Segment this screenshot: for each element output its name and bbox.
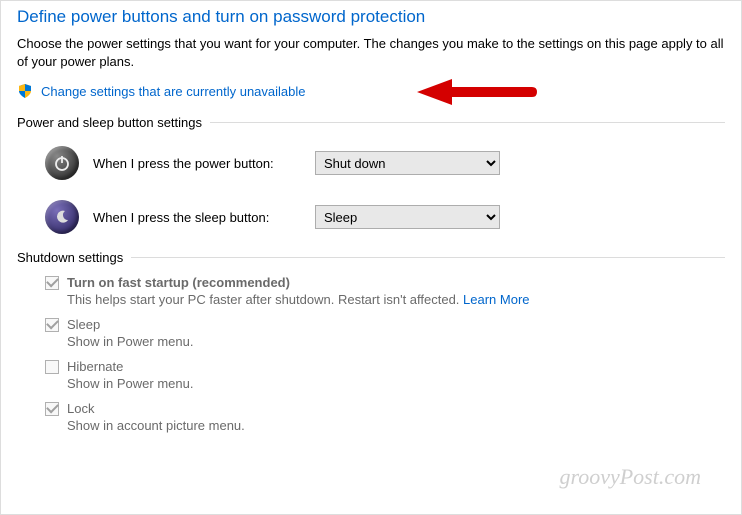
section-label: Shutdown settings — [17, 250, 123, 265]
fast-startup-label: Turn on fast startup (recommended) — [67, 275, 290, 290]
fast-startup-checkbox[interactable] — [45, 276, 59, 290]
sleep-icon — [45, 200, 79, 234]
power-button-label: When I press the power button: — [93, 156, 301, 171]
lock-checkbox[interactable] — [45, 402, 59, 416]
sleep-checkbox[interactable] — [45, 318, 59, 332]
power-button-row: When I press the power button: Shut down — [17, 136, 725, 190]
learn-more-link[interactable]: Learn More — [463, 292, 529, 307]
sleep-label: Sleep — [67, 317, 100, 332]
shutdown-item-fast-startup: Turn on fast startup (recommended) This … — [17, 271, 725, 313]
power-sleep-section-header: Power and sleep button settings — [17, 115, 725, 130]
hibernate-desc: Show in Power menu. — [67, 376, 725, 391]
change-settings-row: Change settings that are currently unava… — [17, 83, 725, 99]
page-subtitle: Choose the power settings that you want … — [17, 35, 725, 71]
hibernate-label: Hibernate — [67, 359, 123, 374]
shutdown-section-header: Shutdown settings — [17, 250, 725, 265]
section-divider — [131, 257, 725, 258]
page-title: Define power buttons and turn on passwor… — [17, 7, 725, 27]
power-icon — [45, 146, 79, 180]
annotation-arrow-icon — [407, 75, 537, 112]
lock-label: Lock — [67, 401, 94, 416]
power-button-select[interactable]: Shut down — [315, 151, 500, 175]
section-divider — [210, 122, 725, 123]
watermark: groovyPost.com — [559, 464, 701, 490]
fast-startup-desc: This helps start your PC faster after sh… — [67, 292, 725, 307]
shield-icon — [17, 83, 33, 99]
shutdown-item-lock: Lock Show in account picture menu. — [17, 397, 725, 439]
section-label: Power and sleep button settings — [17, 115, 202, 130]
shutdown-item-sleep: Sleep Show in Power menu. — [17, 313, 725, 355]
sleep-desc: Show in Power menu. — [67, 334, 725, 349]
change-settings-link[interactable]: Change settings that are currently unava… — [41, 84, 306, 99]
sleep-button-select[interactable]: Sleep — [315, 205, 500, 229]
sleep-button-row: When I press the sleep button: Sleep — [17, 190, 725, 244]
lock-desc: Show in account picture menu. — [67, 418, 725, 433]
sleep-button-label: When I press the sleep button: — [93, 210, 301, 225]
shutdown-item-hibernate: Hibernate Show in Power menu. — [17, 355, 725, 397]
hibernate-checkbox[interactable] — [45, 360, 59, 374]
